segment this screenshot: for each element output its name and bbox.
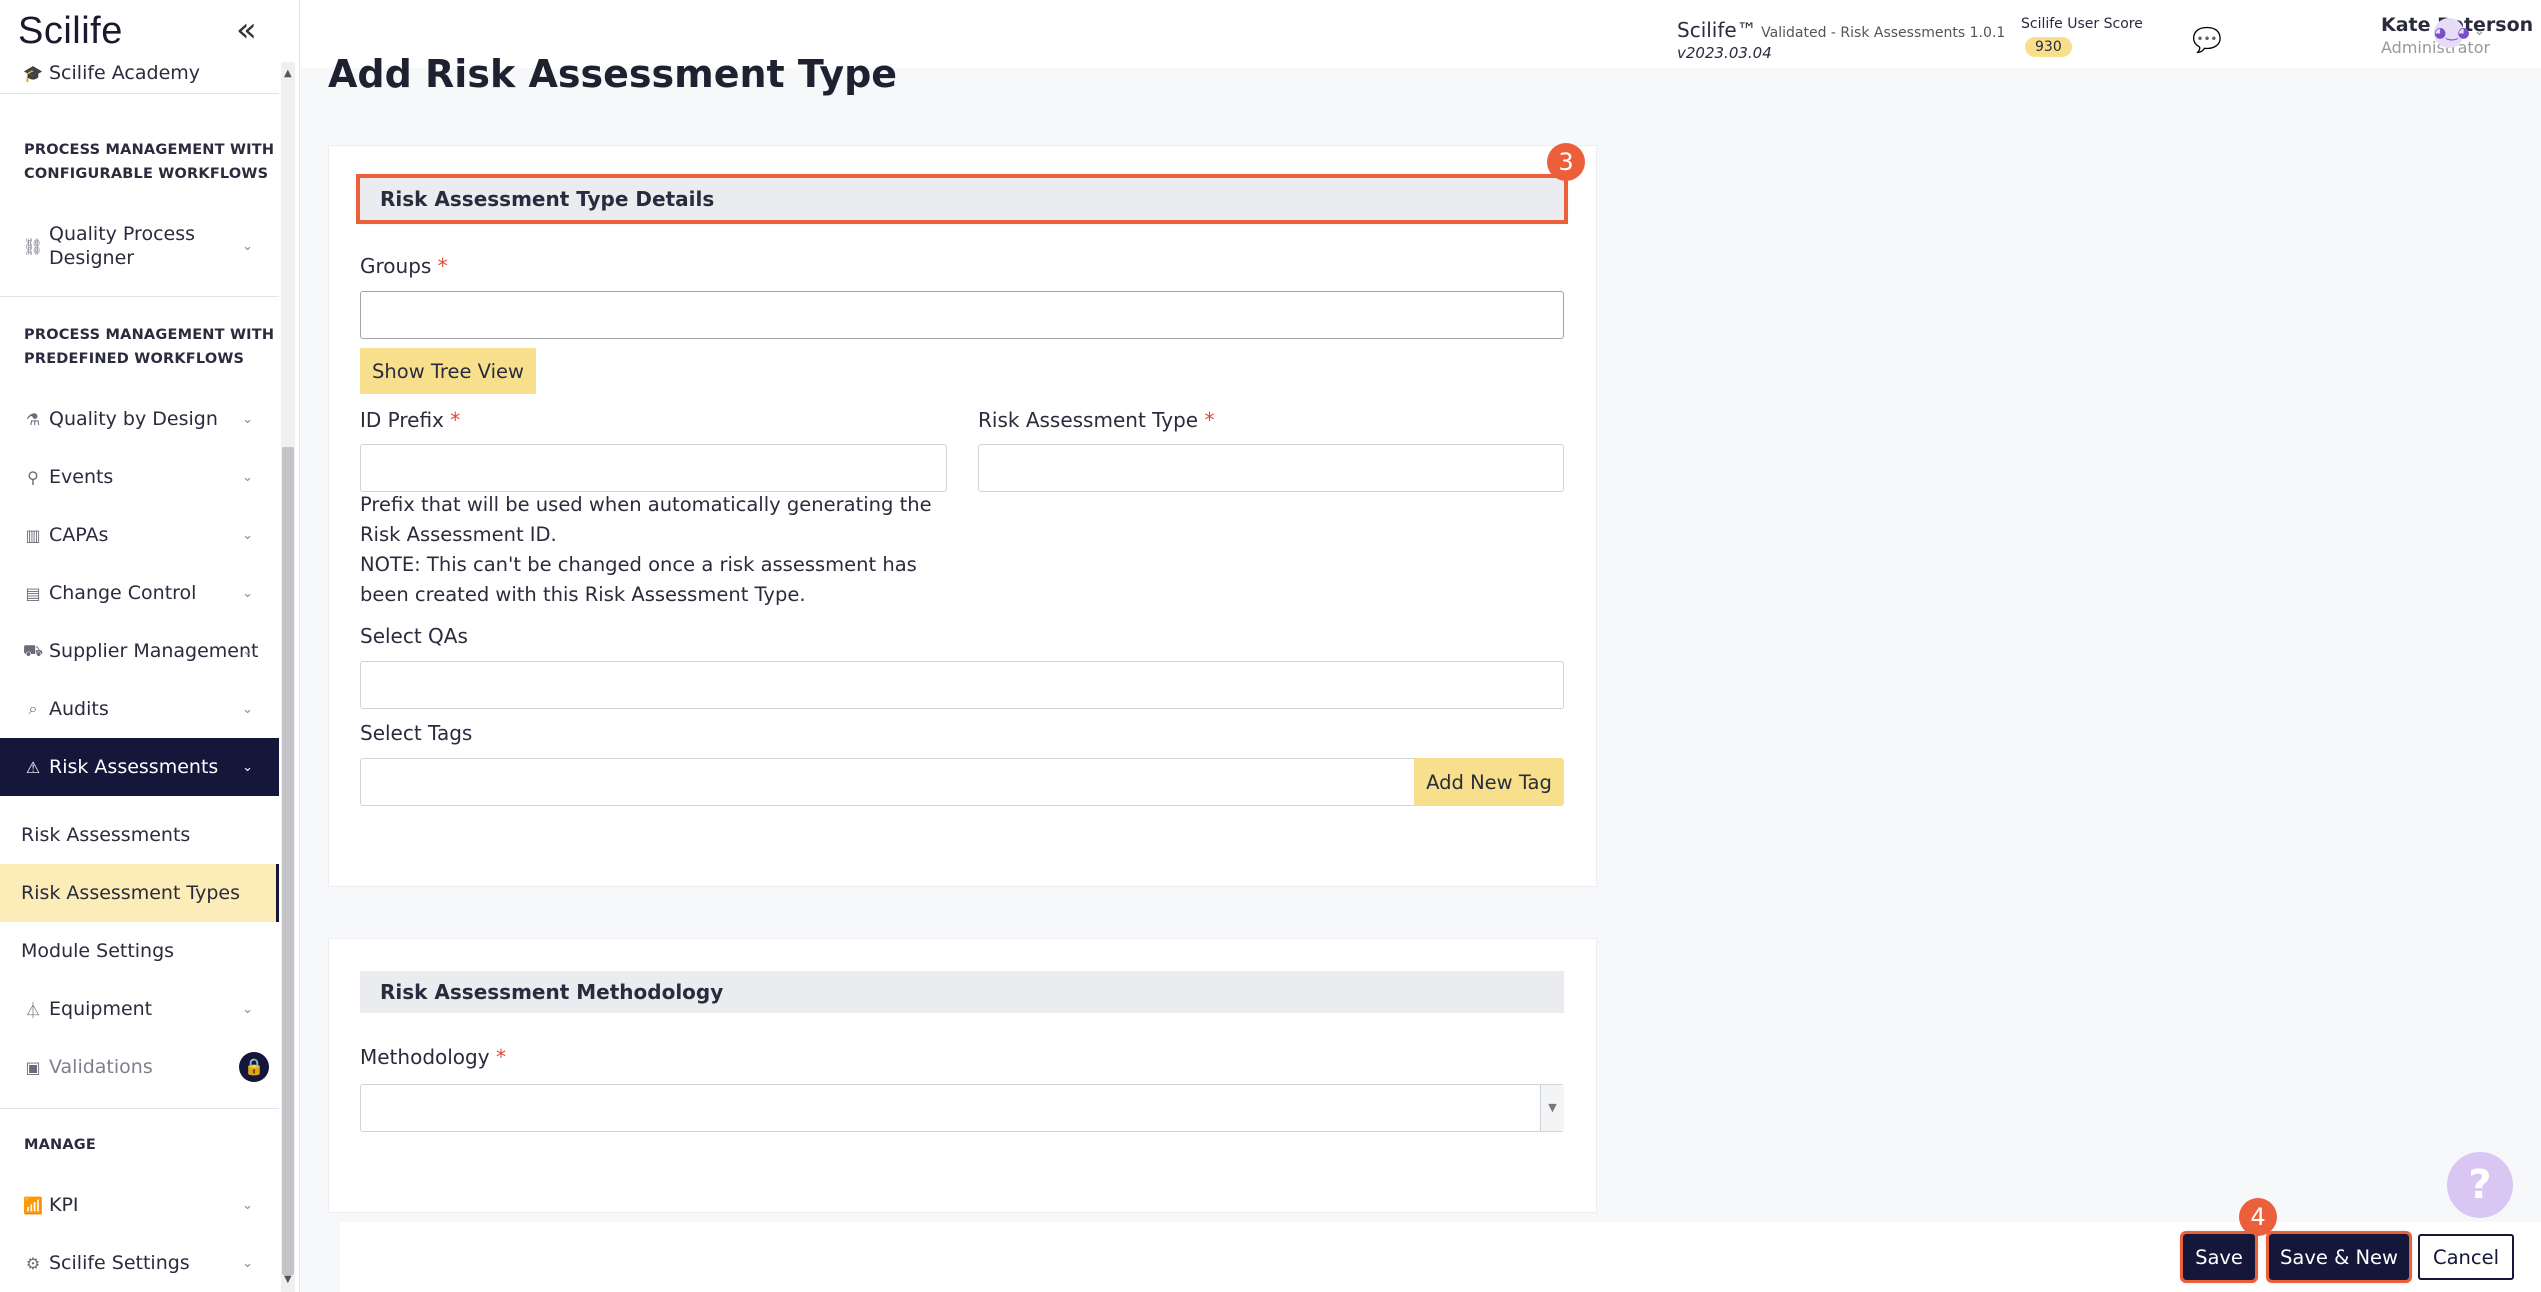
step-badge-4: 4 [2239, 1198, 2277, 1236]
sidebar-item-scilife-academy[interactable]: 🎓 Scilife Academy [0, 60, 279, 102]
truck-icon: ⛟ [22, 640, 44, 660]
map-pin-icon: ⚲ [27, 467, 39, 487]
section-label-predefined: PROCESS MANAGEMENT WITH PREDEFINED WORKF… [24, 327, 275, 367]
scrollbar-thumb[interactable] [282, 447, 294, 1275]
document-icon: ▤ [25, 583, 41, 603]
workflow-icon: ⛓ [22, 236, 44, 256]
risk-assessment-type-input[interactable] [978, 444, 1564, 492]
chart-icon: ▥ [25, 525, 41, 545]
scroll-up-icon[interactable]: ▲ [284, 68, 292, 79]
id-prefix-input[interactable] [360, 444, 947, 492]
sidebar-item-risk-assessments[interactable]: ⚠ Risk Assessments ⌄ [0, 738, 279, 796]
methodology-select[interactable] [360, 1084, 1564, 1132]
step-badge-3: 3 [1547, 143, 1585, 181]
help-icon[interactable]: ? [2447, 1152, 2513, 1218]
sidebar-item-kpi[interactable]: 📶 KPI ⌄ [0, 1176, 279, 1234]
gear-icon: ⚙ [25, 1253, 41, 1273]
flask-icon: ⏃ [24, 1001, 41, 1020]
details-section-header: Risk Assessment Type Details [356, 174, 1568, 224]
chevron-down-icon: ⌄ [242, 527, 253, 543]
id-prefix-help-text: Prefix that will be used when automatica… [360, 493, 932, 606]
sidebar-subitem-risk-assessment-types[interactable]: Risk Assessment Types [0, 864, 279, 922]
groups-input[interactable] [360, 291, 1564, 339]
sidebar-item-change-control[interactable]: ▤ Change Control ⌄ [0, 564, 279, 622]
clipboard-icon: ▣ [25, 1057, 41, 1077]
id-prefix-label: ID Prefix * [360, 408, 461, 432]
academy-icon: 🎓 [23, 63, 43, 83]
chevron-down-icon: ⌄ [242, 643, 253, 659]
sidebar-item-quality-process-designer[interactable]: ⛓ Quality Process Designer ⌄ [0, 214, 279, 278]
divider [0, 93, 279, 94]
chevron-down-icon: ⌄ [242, 759, 253, 775]
select-tags-label: Select Tags [360, 721, 473, 745]
score-badge: 930 [2025, 37, 2072, 57]
chevron-down-icon: ⌄ [242, 411, 253, 427]
dropdown-arrow-icon[interactable]: ▼ [1540, 1085, 1564, 1131]
sidebar-item-equipment[interactable]: ⏃ Equipment ⌄ [0, 980, 279, 1038]
form-footer: 4 Save Save & New Cancel [340, 1198, 2541, 1292]
select-qas-label: Select QAs [360, 624, 468, 648]
chevron-down-icon: ⌄ [242, 469, 253, 485]
add-new-tag-button[interactable]: Add New Tag [1414, 758, 1564, 806]
save-and-new-button[interactable]: Save & New [2266, 1231, 2412, 1283]
sidebar-item-quality-by-design[interactable]: ⚗ Quality by Design ⌄ [0, 390, 279, 448]
avatar[interactable]: ◕‿◕ [2434, 18, 2470, 48]
chevron-down-icon[interactable]: ⌄ [2474, 24, 2485, 39]
sidebar: Scilife « 🎓 Scilife Academy PROCESS MANA… [0, 0, 300, 1292]
chevron-down-icon: ⌄ [242, 1001, 253, 1017]
sidebar-subitem-module-settings[interactable]: Module Settings [0, 922, 279, 980]
chat-icon[interactable]: 💬 [2192, 26, 2222, 54]
chevron-down-icon: ⌄ [242, 1255, 253, 1271]
audit-icon: ⌕ [28, 699, 38, 718]
sidebar-item-events[interactable]: ⚲ Events ⌄ [0, 448, 279, 506]
version-info: Scilife™ Validated - Risk Assessments 1.… [1677, 18, 2006, 62]
risk-assessment-type-label: Risk Assessment Type * [978, 408, 1215, 432]
collapse-sidebar-icon[interactable]: « [236, 12, 266, 48]
sidebar-item-supplier-management[interactable]: ⛟ Supplier Management ⌄ [0, 622, 279, 680]
sidebar-scrollbar[interactable]: ▲ ▼ [281, 62, 295, 1292]
save-button[interactable]: Save [2180, 1231, 2258, 1283]
divider [0, 1108, 279, 1109]
sidebar-item-scilife-settings[interactable]: ⚙ Scilife Settings ⌄ [0, 1234, 279, 1292]
kpi-chart-icon: 📶 [23, 1195, 43, 1215]
select-qas-input[interactable] [360, 661, 1564, 709]
section-label-manage: MANAGE [24, 1137, 97, 1153]
show-tree-view-button[interactable]: Show Tree View [360, 348, 536, 394]
user-score: Scilife User Score 930 [2021, 16, 2143, 57]
sidebar-subitem-risk-assessments[interactable]: Risk Assessments [0, 806, 279, 864]
methodology-label: Methodology * [360, 1045, 506, 1069]
quality-design-icon: ⚗ [25, 409, 41, 429]
warning-icon: ⚠ [25, 757, 41, 777]
sidebar-item-audits[interactable]: ⌕ Audits ⌄ [0, 680, 279, 738]
chevron-down-icon: ⌄ [242, 1197, 253, 1213]
scilife-logo: Scilife [18, 10, 123, 52]
sidebar-item-capas[interactable]: ▥ CAPAs ⌄ [0, 506, 279, 564]
lock-icon: 🔒 [239, 1052, 269, 1082]
chevron-down-icon: ⌄ [242, 585, 253, 601]
cancel-button[interactable]: Cancel [2418, 1234, 2514, 1280]
page-title: Add Risk Assessment Type [328, 52, 898, 96]
sidebar-item-validations[interactable]: ▣ Validations 🔒 [0, 1038, 279, 1096]
divider [0, 296, 279, 297]
sidebar-nav: 🎓 Scilife Academy PROCESS MANAGEMENT WIT… [0, 60, 279, 1292]
scroll-down-icon[interactable]: ▼ [284, 1274, 292, 1285]
chevron-down-icon: ⌄ [242, 238, 253, 254]
select-tags-input[interactable] [360, 758, 1415, 806]
methodology-section-header: Risk Assessment Methodology [360, 971, 1564, 1013]
section-label-configurable: PROCESS MANAGEMENT WITH CONFIGURABLE WOR… [24, 142, 275, 182]
groups-label: Groups * [360, 254, 448, 278]
chevron-down-icon: ⌄ [242, 701, 253, 717]
